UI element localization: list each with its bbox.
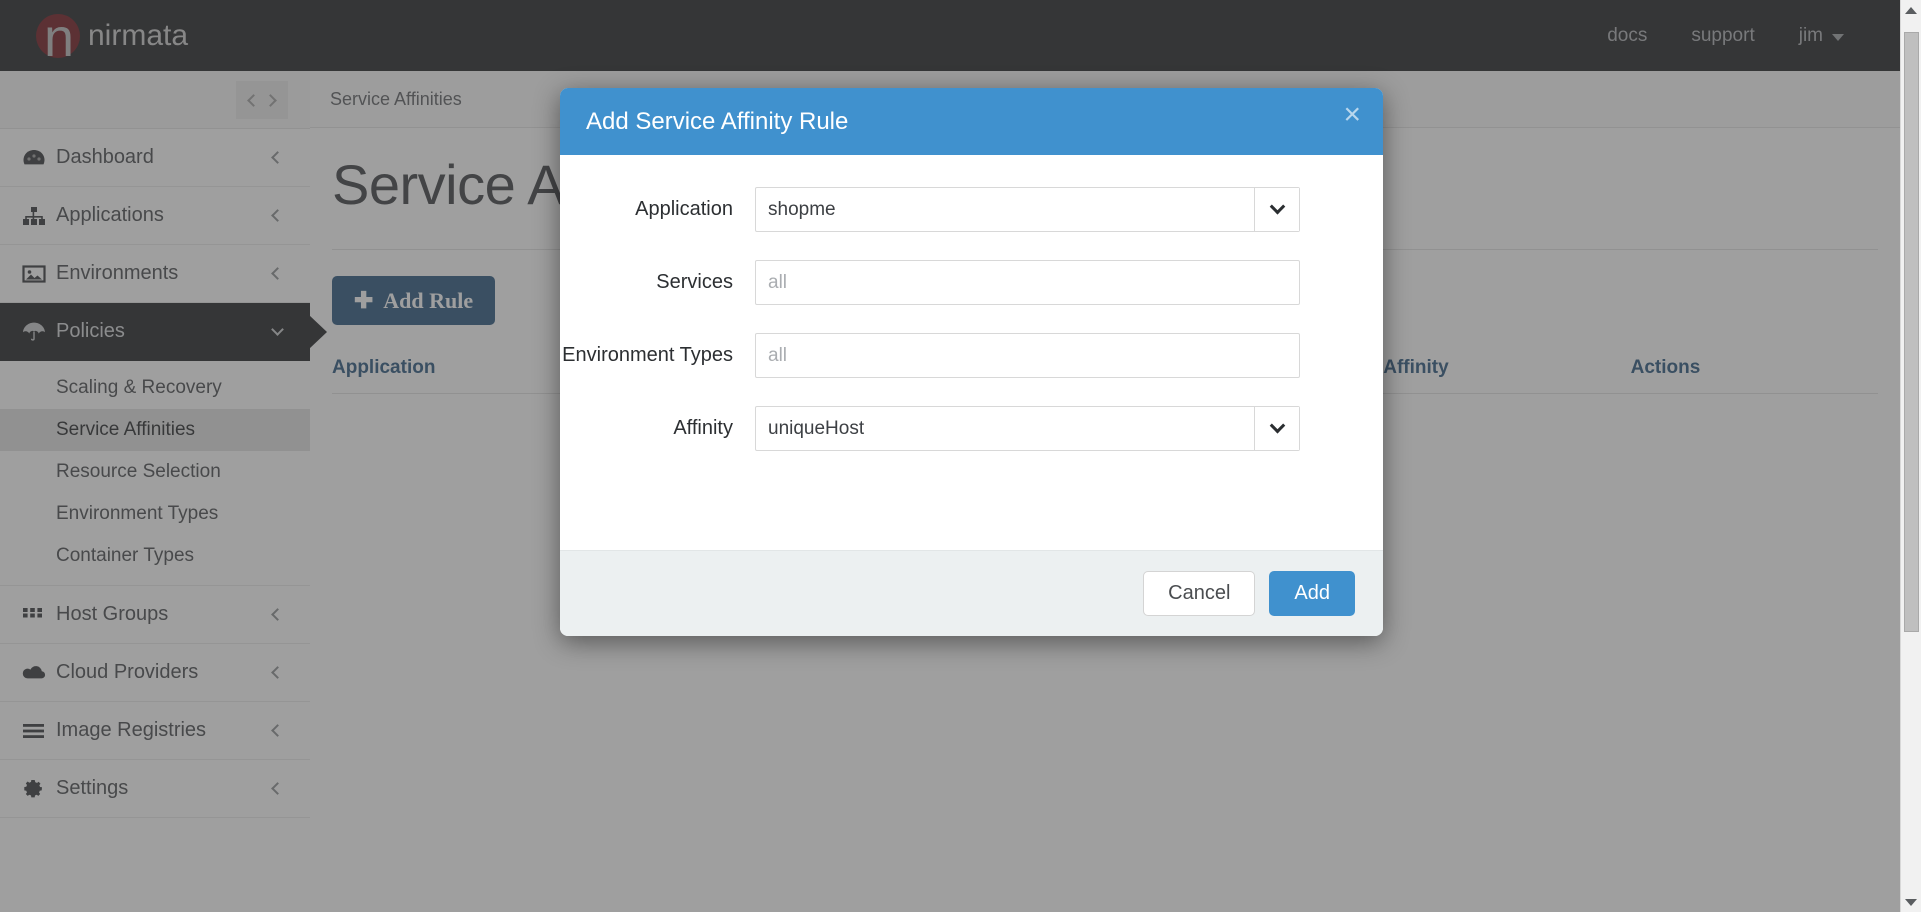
application-select[interactable]: shopme (755, 187, 1300, 232)
dialog-body: Application shopme Services all Environm… (560, 155, 1383, 550)
dialog-footer: Cancel Add (560, 550, 1383, 636)
scroll-down-arrow-icon[interactable] (1901, 892, 1921, 912)
services-input[interactable]: all (755, 260, 1300, 305)
close-icon[interactable]: × (1343, 100, 1361, 130)
affinity-label: Affinity (673, 417, 733, 439)
chevron-down-icon[interactable] (1254, 407, 1299, 450)
cancel-button[interactable]: Cancel (1143, 571, 1256, 616)
application-label: Application (635, 198, 733, 220)
environment-types-input-placeholder: all (768, 344, 788, 366)
affinity-select[interactable]: uniqueHost (755, 406, 1300, 451)
environment-types-input[interactable]: all (755, 333, 1300, 378)
scroll-up-arrow-icon[interactable] (1901, 0, 1921, 20)
form-row-affinity: Affinity uniqueHost (560, 406, 1383, 451)
dialog-header: Add Service Affinity Rule × (560, 88, 1383, 155)
page-scrollbar[interactable] (1900, 0, 1921, 912)
application-select-value: shopme (768, 198, 836, 220)
services-input-placeholder: all (768, 271, 788, 293)
chevron-down-icon[interactable] (1254, 188, 1299, 231)
add-service-affinity-rule-dialog: Add Service Affinity Rule × Application … (560, 88, 1383, 636)
dialog-title: Add Service Affinity Rule (586, 107, 849, 135)
form-row-environment-types: Environment Types all (560, 333, 1383, 378)
affinity-select-value: uniqueHost (768, 417, 865, 439)
form-row-application: Application shopme (560, 187, 1383, 232)
environment-types-label: Environment Types (562, 344, 733, 366)
form-row-services: Services all (560, 260, 1383, 305)
add-button[interactable]: Add (1269, 571, 1355, 616)
scrollbar-thumb[interactable] (1904, 32, 1919, 632)
application-window: n nirmata docs support jim (0, 0, 1921, 912)
services-label: Services (656, 271, 733, 293)
